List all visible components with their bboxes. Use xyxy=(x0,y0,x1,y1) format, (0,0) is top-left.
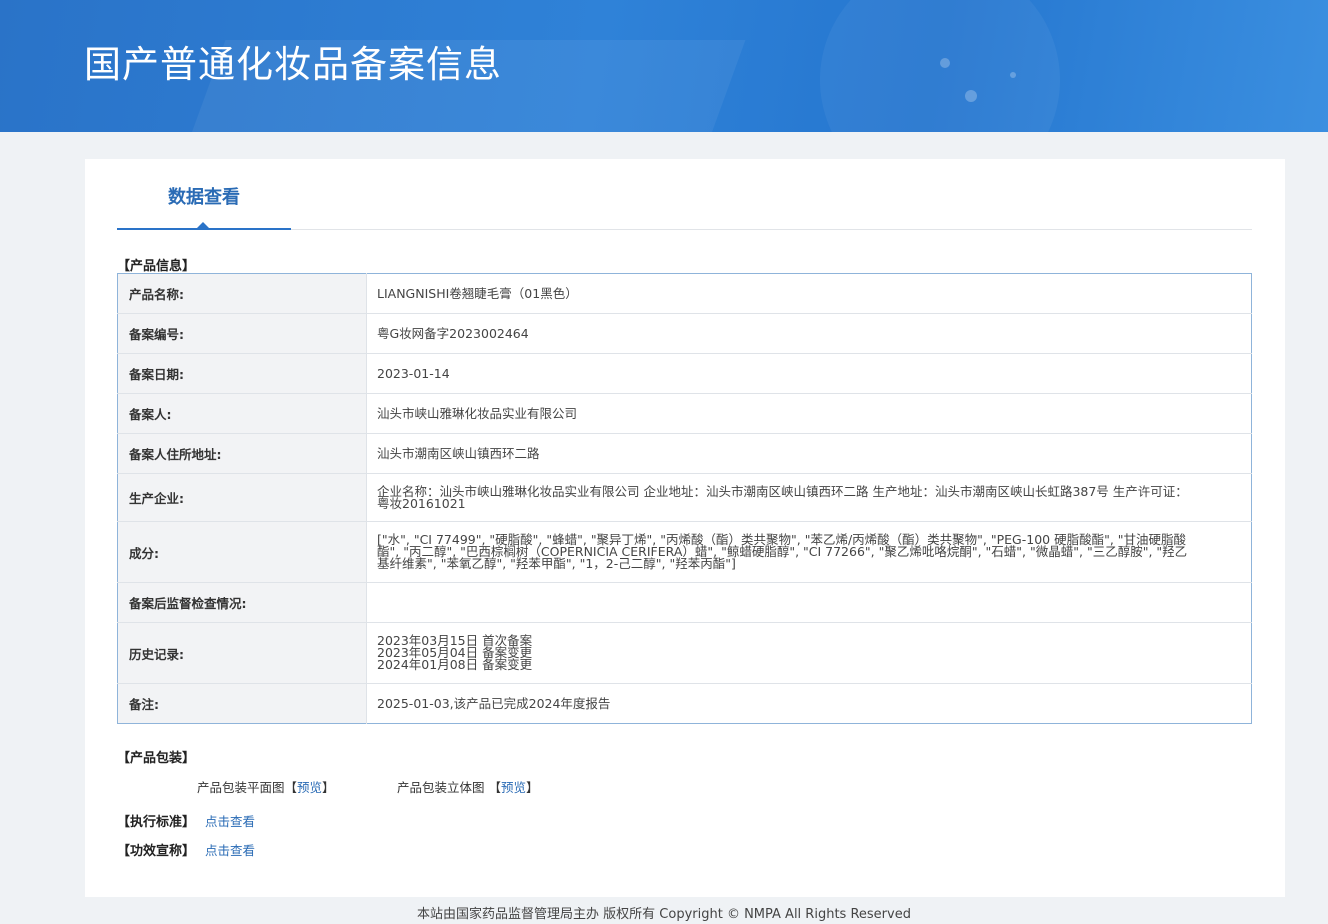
row-key: 备案编号: xyxy=(117,313,367,354)
bracket-open: 【 xyxy=(284,780,298,795)
packaging-stereo: 产品包装立体图 【预览】 xyxy=(397,777,539,796)
product-info-table: 产品名称: LIANGNISHI卷翘睫毛膏（01黑色） 备案编号: 粤G妆网备字… xyxy=(117,273,1252,724)
efficacy-view-link[interactable]: 点击查看 xyxy=(205,843,255,858)
row-value: 汕头市峡山雅琳化妆品实业有限公司 xyxy=(366,393,1252,434)
row-key: 生产企业: xyxy=(117,473,367,522)
row-value: LIANGNISHI卷翘睫毛膏（01黑色） xyxy=(366,273,1252,314)
page-title: 国产普通化妆品备案信息 xyxy=(84,43,502,86)
tab-bar: 数据查看 xyxy=(117,159,1252,230)
row-key: 产品名称: xyxy=(117,273,367,314)
footer-copyright: 本站由国家药品监督管理局主办 版权所有 Copyright © NMPA All… xyxy=(417,907,911,922)
bracket-open: 【 xyxy=(488,780,502,795)
table-row: 备注: 2025-01-03,该产品已完成2024年度报告 xyxy=(117,683,1252,724)
standard-label: 【执行标准】 xyxy=(117,815,196,830)
row-value xyxy=(366,582,1252,623)
efficacy-row: 【功效宣称】 点击查看 xyxy=(117,840,255,859)
table-row: 产品名称: LIANGNISHI卷翘睫毛膏（01黑色） xyxy=(117,273,1252,314)
tab-data-view[interactable]: 数据查看 xyxy=(117,159,291,230)
row-value: 2025-01-03,该产品已完成2024年度报告 xyxy=(377,695,611,711)
header-banner: 国产普通化妆品备案信息 xyxy=(0,0,1328,132)
row-value: 企业名称：汕头市峡山雅琳化妆品实业有限公司 企业地址：汕头市潮南区峡山镇西环二路… xyxy=(366,473,1252,522)
row-value: ["水", "CI 77499", "硬脂酸", "蜂蜡", "聚异丁烯", "… xyxy=(366,521,1252,583)
row-key: 历史记录: xyxy=(117,622,367,684)
packaging-stereo-label: 产品包装立体图 xyxy=(397,780,485,795)
tab-label: 数据查看 xyxy=(168,187,240,208)
content-card: 数据查看 【产品信息】 产品名称: LIANGNISHI卷翘睫毛膏（01黑色） … xyxy=(85,159,1285,897)
banner-decoration xyxy=(940,58,950,68)
bracket-close: 】 xyxy=(526,780,539,795)
tab-active-caret xyxy=(197,222,209,228)
banner-decoration xyxy=(1010,72,1016,78)
row-value: 汕头市潮南区峡山镇西环二路 xyxy=(366,433,1252,474)
packaging-flat-label: 产品包装平面图 xyxy=(197,780,285,795)
table-row: 备案人住所地址: 汕头市潮南区峡山镇西环二路 xyxy=(117,433,1252,474)
packaging-section-label: 【产品包装】 xyxy=(117,751,196,766)
row-value: 2023年03月15日 首次备案 2023年05月04日 备案变更 2024年0… xyxy=(366,622,1252,684)
banner-decoration xyxy=(965,90,977,102)
standard-view-link[interactable]: 点击查看 xyxy=(205,814,255,829)
packaging-stereo-preview-link[interactable]: 预览 xyxy=(501,780,526,795)
table-row: 备案后监督检查情况: xyxy=(117,582,1252,623)
row-key: 成分: xyxy=(117,521,367,583)
row-key: 备案人: xyxy=(117,393,367,434)
table-row: 备案人: 汕头市峡山雅琳化妆品实业有限公司 xyxy=(117,393,1252,434)
standard-row: 【执行标准】 点击查看 xyxy=(117,811,255,830)
row-key: 备案人住所地址: xyxy=(117,433,367,474)
row-key: 备案后监督检查情况: xyxy=(117,582,367,623)
packaging-flat-preview-link[interactable]: 预览 xyxy=(297,780,322,795)
table-row: 生产企业: 企业名称：汕头市峡山雅琳化妆品实业有限公司 企业地址：汕头市潮南区峡… xyxy=(117,473,1252,522)
table-row: 成分: ["水", "CI 77499", "硬脂酸", "蜂蜡", "聚异丁烯… xyxy=(117,521,1252,583)
product-info-section-label: 【产品信息】 xyxy=(117,259,196,274)
table-row: 备案编号: 粤G妆网备字2023002464 xyxy=(117,313,1252,354)
row-key: 备注: xyxy=(117,683,367,724)
row-value: 2023-01-14 xyxy=(366,353,1252,394)
history-entry: 2024年01月08日 备案变更 xyxy=(377,657,533,672)
table-row: 备案日期: 2023-01-14 xyxy=(117,353,1252,394)
efficacy-label: 【功效宣称】 xyxy=(117,844,196,859)
table-row: 历史记录: 2023年03月15日 首次备案 2023年05月04日 备案变更 … xyxy=(117,622,1252,684)
bracket-close: 】 xyxy=(322,780,335,795)
packaging-flat: 产品包装平面图【预览】 xyxy=(197,777,335,796)
row-key: 备案日期: xyxy=(117,353,367,394)
row-value: 粤G妆网备字2023002464 xyxy=(366,313,1252,354)
